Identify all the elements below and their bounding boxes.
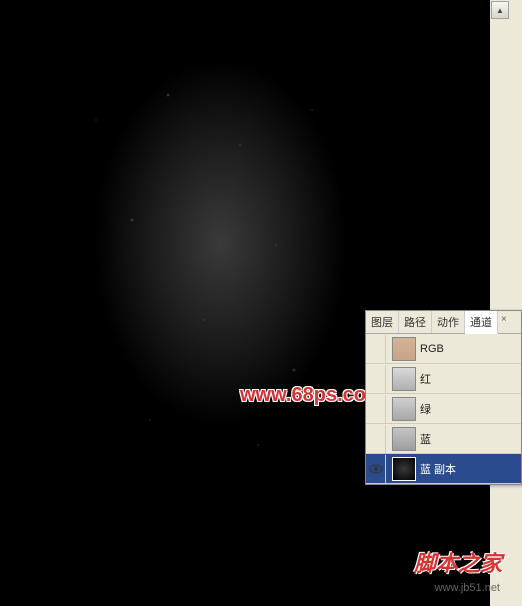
eye-icon [369,464,383,474]
visibility-toggle[interactable] [366,395,386,423]
close-icon[interactable]: × [498,311,510,333]
channel-thumbnail [392,457,416,481]
channel-list: RGB 红 绿 蓝 蓝 副本 [366,334,521,484]
channel-green[interactable]: 绿 [366,394,521,424]
watermark-url: www.68ps.com [240,384,384,407]
visibility-toggle[interactable] [366,335,386,363]
channel-thumbnail [392,337,416,361]
channel-red[interactable]: 红 [366,364,521,394]
panel-tab-bar: 图层 路径 动作 通道 × [366,311,521,334]
tab-layers[interactable]: 图层 [366,311,399,333]
channel-blue[interactable]: 蓝 [366,424,521,454]
watermark-site-url: www.jb51.net [435,582,500,594]
visibility-toggle[interactable] [366,425,386,453]
channel-thumbnail [392,397,416,421]
channel-thumbnail [392,427,416,451]
tab-paths[interactable]: 路径 [399,311,432,333]
channel-label: 红 [420,371,521,387]
visibility-toggle[interactable] [366,365,386,393]
channel-label: 蓝 副本 [420,461,521,477]
channel-rgb[interactable]: RGB [366,334,521,364]
document-canvas[interactable] [0,0,490,606]
channel-label: RGB [420,343,521,355]
channels-panel: 图层 路径 动作 通道 × RGB 红 绿 蓝 [365,310,522,485]
watermark-site-name: 脚本之家 [414,546,502,578]
tab-actions[interactable]: 动作 [432,311,465,333]
channel-label: 蓝 [420,431,521,447]
vertical-scrollbar[interactable]: ▲ [490,0,522,606]
scroll-up-button[interactable]: ▲ [491,1,509,19]
channel-label: 绿 [420,401,521,417]
channel-thumbnail [392,367,416,391]
channel-blue-copy[interactable]: 蓝 副本 [366,454,521,484]
visibility-toggle[interactable] [366,455,386,483]
tab-channels[interactable]: 通道 [465,311,498,334]
